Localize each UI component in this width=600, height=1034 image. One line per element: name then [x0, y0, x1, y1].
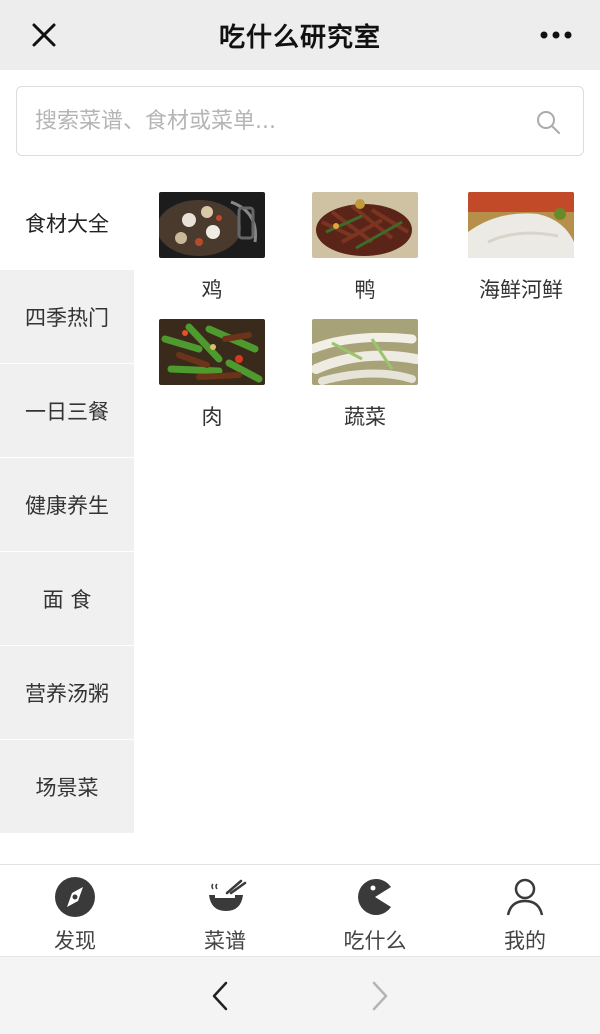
category-sidebar: 食材大全 四季热门 一日三餐 健康养生 面 食 营养汤粥 场景菜 [0, 176, 134, 834]
category-item-duck[interactable]: 鸭 [287, 192, 443, 304]
tab-discover[interactable]: 发现 [0, 865, 150, 956]
tab-label: 菜谱 [204, 929, 246, 953]
duck-dish-photo [312, 192, 418, 258]
sidebar-item-seasonal[interactable]: 四季热门 [0, 270, 134, 364]
sidebar-item-soups[interactable]: 营养汤粥 [0, 646, 134, 740]
sidebar-item-label: 一日三餐 [25, 399, 109, 424]
chicken-dish-photo [159, 192, 265, 258]
category-label: 鸡 [201, 278, 223, 302]
meat-dish-photo [159, 319, 265, 385]
pacman-icon [358, 879, 391, 915]
sidebar-item-label: 场景菜 [35, 775, 99, 800]
search-box[interactable] [16, 86, 584, 156]
sidebar-item-label: 四季热门 [25, 305, 109, 330]
tab-recipes[interactable]: 菜谱 [150, 865, 300, 956]
tab-mine[interactable]: 我的 [450, 865, 600, 956]
close-icon [32, 23, 56, 47]
category-label: 海鲜河鲜 [479, 278, 563, 302]
browser-nav-bar [0, 956, 600, 1034]
sidebar-item-scenes[interactable]: 场景菜 [0, 740, 134, 834]
sidebar-item-meals[interactable]: 一日三餐 [0, 364, 134, 458]
sidebar-item-ingredients[interactable]: 食材大全 [0, 176, 134, 270]
chevron-right-icon[interactable] [364, 979, 394, 1013]
search-icon[interactable] [535, 109, 561, 135]
sidebar-item-label: 营养汤粥 [25, 681, 109, 706]
user-icon [506, 878, 544, 916]
tab-what-to-eat[interactable]: 吃什么 [300, 865, 450, 956]
search-input[interactable] [35, 108, 515, 134]
category-item-vegetables[interactable]: 蔬菜 [287, 319, 443, 431]
category-label: 肉 [201, 405, 223, 429]
category-item-meat[interactable]: 肉 [134, 319, 290, 431]
more-button[interactable] [536, 22, 576, 48]
tab-label: 吃什么 [343, 929, 407, 953]
header-bar: 吃什么研究室 [0, 0, 600, 70]
category-label: 鸭 [354, 278, 376, 302]
vegetable-dish-photo [312, 319, 418, 385]
seafood-dish-photo [468, 192, 574, 258]
sidebar-item-label: 健康养生 [25, 493, 109, 518]
bowl-icon [209, 879, 247, 911]
sidebar-item-noodles[interactable]: 面 食 [0, 552, 134, 646]
tab-label: 我的 [504, 929, 546, 953]
chevron-left-icon[interactable] [206, 979, 236, 1013]
category-item-chicken[interactable]: 鸡 [134, 192, 290, 304]
category-label: 蔬菜 [344, 405, 386, 429]
page-title: 吃什么研究室 [218, 22, 381, 53]
category-item-seafood[interactable]: 海鲜河鲜 [443, 192, 599, 304]
close-button[interactable] [26, 17, 62, 53]
compass-icon [55, 877, 95, 917]
sidebar-item-health[interactable]: 健康养生 [0, 458, 134, 552]
sidebar-item-label: 食材大全 [25, 211, 109, 236]
tab-label: 发现 [54, 929, 96, 953]
more-icon [540, 31, 572, 39]
bottom-tab-bar: 发现 菜谱 吃什么 我的 [0, 864, 600, 956]
sidebar-item-label: 面 食 [42, 587, 92, 612]
